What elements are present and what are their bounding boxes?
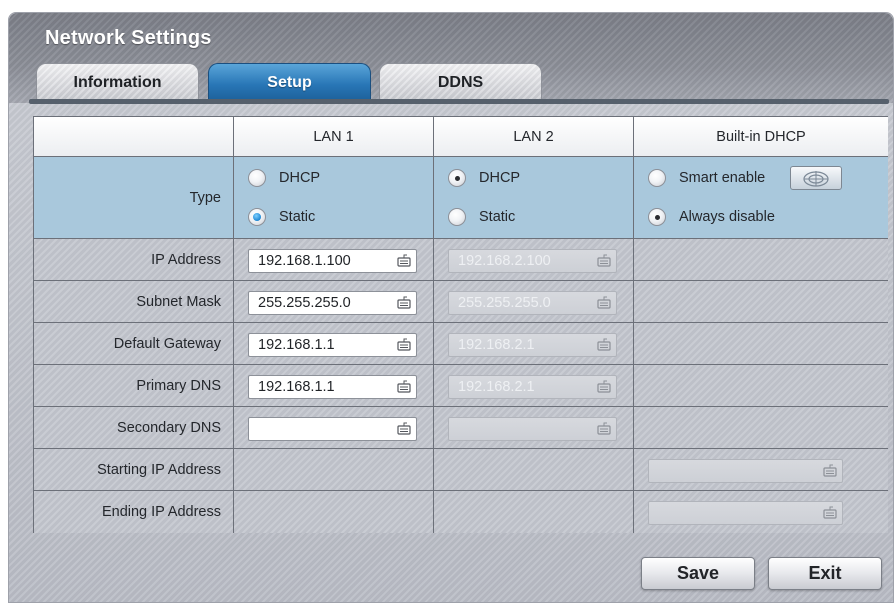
header-lan2: LAN 2 (434, 117, 634, 157)
lan2-primary-dns-field: 192.168.2.1 (448, 375, 617, 399)
keyboard-icon (397, 380, 411, 393)
radio-off-icon (248, 169, 266, 187)
lan1-cell (234, 491, 434, 533)
keyboard-icon (397, 296, 411, 309)
lan1-default-gateway-field-value: 192.168.1.1 (258, 337, 335, 353)
row-label: Default Gateway (113, 335, 221, 352)
lan1-subnet-mask-field-value: 255.255.255.0 (258, 295, 351, 311)
dhcp-cell (634, 323, 888, 365)
row-label-cell: Default Gateway (34, 323, 234, 365)
tab-ddns[interactable]: DDNS (379, 63, 542, 102)
lan2-cell (434, 407, 634, 449)
lan2-primary-dns-field-value: 192.168.2.1 (458, 379, 535, 395)
radio-off-icon (448, 208, 466, 226)
dhcp-cell (634, 281, 888, 323)
lan2-subnet-mask-field: 255.255.255.0 (448, 291, 617, 315)
keyboard-icon (823, 506, 837, 519)
keyboard-icon (823, 464, 837, 477)
row-label-cell: Ending IP Address (34, 491, 234, 533)
lan1-cell: 192.168.1.1 (234, 323, 434, 365)
dhcp-ending-ip-field (648, 501, 843, 525)
lan2-cell: 192.168.2.1 (434, 323, 634, 365)
dhcp-cell (634, 491, 888, 533)
lan1-secondary-dns-field[interactable] (248, 417, 417, 441)
row-label: Secondary DNS (117, 419, 221, 436)
network-settings-table: LAN 1 LAN 2 Built-in DHCP Type DHCP Stat… (33, 116, 888, 533)
header-lan1: LAN 1 (234, 117, 434, 157)
radar-icon (803, 171, 829, 187)
lan1-ip-address-field-value: 192.168.1.100 (258, 253, 351, 269)
dhcp-cell (634, 407, 888, 449)
header-empty-cell (34, 117, 234, 157)
row-label: Starting IP Address (97, 461, 221, 478)
keyboard-icon (597, 380, 611, 393)
row-label-cell: Subnet Mask (34, 281, 234, 323)
lan2-cell (434, 491, 634, 533)
lan1-cell: 192.168.1.1 (234, 365, 434, 407)
keyboard-icon (397, 338, 411, 351)
row-label: Subnet Mask (136, 293, 221, 310)
lan2-cell (434, 449, 634, 491)
lan2-type-cell: DHCP Static (434, 157, 634, 239)
row-label: IP Address (151, 251, 221, 268)
lan1-type-cell: DHCP Static (234, 157, 434, 239)
lan2-cell: 255.255.255.0 (434, 281, 634, 323)
keyboard-icon (597, 296, 611, 309)
radio-on-icon (648, 208, 666, 226)
lan2-subnet-mask-field-value: 255.255.255.0 (458, 295, 551, 311)
row-label-cell: Primary DNS (34, 365, 234, 407)
lan2-ip-address-field: 192.168.2.100 (448, 249, 617, 273)
tab-underline (29, 99, 889, 104)
tab-setup[interactable]: Setup (208, 63, 371, 102)
row-label-type: Type (34, 157, 234, 239)
dhcp-type-cell: Smart enable Always disable (634, 157, 888, 239)
lan2-dhcp-radio[interactable]: DHCP (448, 167, 520, 189)
dhcp-cell (634, 449, 888, 491)
row-label-cell: IP Address (34, 239, 234, 281)
keyboard-icon (397, 422, 411, 435)
type-label: Type (189, 189, 221, 206)
row-label-cell: Secondary DNS (34, 407, 234, 449)
dhcp-cell (634, 239, 888, 281)
lan1-primary-dns-field[interactable]: 192.168.1.1 (248, 375, 417, 399)
network-settings-window: Network Settings Information Setup DDNS … (8, 12, 894, 603)
lan1-ip-address-field[interactable]: 192.168.1.100 (248, 249, 417, 273)
lan1-primary-dns-field-value: 192.168.1.1 (258, 379, 335, 395)
keyboard-icon (597, 338, 611, 351)
lan2-ip-address-field-value: 192.168.2.100 (458, 253, 551, 269)
keyboard-icon (597, 422, 611, 435)
row-label-cell: Starting IP Address (34, 449, 234, 491)
lan1-cell: 192.168.1.100 (234, 239, 434, 281)
lan2-static-radio[interactable]: Static (448, 206, 515, 228)
window-title: Network Settings (45, 27, 212, 49)
lan2-cell: 192.168.2.1 (434, 365, 634, 407)
keyboard-icon (597, 254, 611, 267)
radio-on-icon (248, 208, 266, 226)
save-button[interactable]: Save (641, 557, 755, 590)
lan1-subnet-mask-field[interactable]: 255.255.255.0 (248, 291, 417, 315)
radio-off-icon (648, 169, 666, 187)
lan2-secondary-dns-field (448, 417, 617, 441)
keyboard-icon (397, 254, 411, 267)
dhcp-always-disable-radio[interactable]: Always disable (648, 206, 775, 228)
radio-on-icon (448, 169, 466, 187)
smart-enable-settings-button[interactable] (790, 166, 842, 190)
header-built-in-dhcp: Built-in DHCP (634, 117, 888, 157)
lan2-cell: 192.168.2.100 (434, 239, 634, 281)
lan2-default-gateway-field-value: 192.168.2.1 (458, 337, 535, 353)
dhcp-cell (634, 365, 888, 407)
lan2-default-gateway-field: 192.168.2.1 (448, 333, 617, 357)
lan1-static-radio[interactable]: Static (248, 206, 315, 228)
lan1-default-gateway-field[interactable]: 192.168.1.1 (248, 333, 417, 357)
row-label: Primary DNS (136, 377, 221, 394)
row-label: Ending IP Address (101, 504, 221, 520)
lan1-cell: 255.255.255.0 (234, 281, 434, 323)
tab-information[interactable]: Information (36, 63, 199, 102)
dhcp-smart-enable-radio[interactable]: Smart enable (648, 167, 765, 189)
dhcp-starting-ip-field (648, 459, 843, 483)
lan1-cell (234, 449, 434, 491)
lan1-dhcp-radio[interactable]: DHCP (248, 167, 320, 189)
exit-button[interactable]: Exit (768, 557, 882, 590)
lan1-cell (234, 407, 434, 449)
